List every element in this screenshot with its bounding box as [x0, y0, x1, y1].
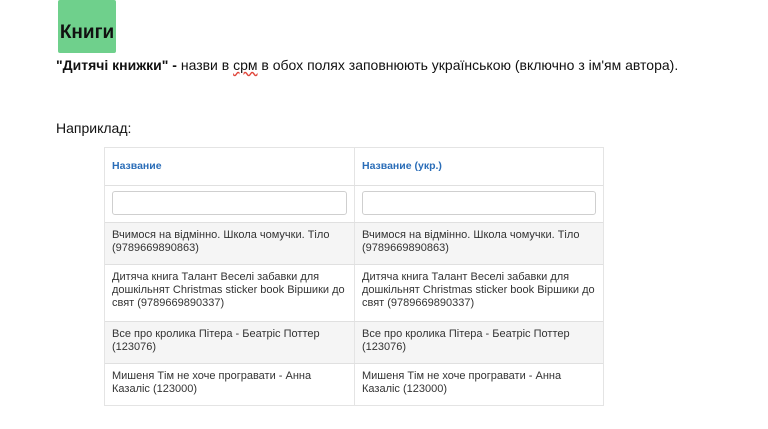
filter-input-name-ukr[interactable]	[362, 191, 596, 215]
instruction-paragraph: "Дитячі книжки" - назви в срм в обох пол…	[56, 56, 696, 74]
table-cell: Мишеня Тім не хоче програвати - Анна Каз…	[354, 364, 603, 405]
table-filter-row	[105, 185, 603, 222]
instruction-underlined-word: срм	[233, 57, 258, 73]
table-row: Вчимося на відмінно. Школа чомучки. Тіло…	[105, 222, 603, 264]
table-cell: Вчимося на відмінно. Школа чомучки. Тіло…	[354, 223, 603, 264]
table-cell: Дитяча книга Талант Веселі забавки для д…	[112, 271, 345, 309]
table-cell: Все про кролика Пітера - Беатріс Поттер …	[354, 322, 603, 363]
example-label: Наприклад:	[56, 120, 132, 136]
filter-cell-name-ukr	[354, 186, 603, 222]
table-row: Все про кролика Пітера - Беатріс Поттер …	[105, 321, 603, 363]
section-badge: Книги	[58, 0, 116, 53]
table-cell: Дитяча книга Талант Веселі забавки для д…	[354, 265, 603, 321]
example-table: Название Название (укр.) Вчимося на відм…	[104, 147, 604, 406]
instruction-text-after: в обох полях заповнюють українською (вкл…	[257, 57, 679, 73]
table-row: Дитяча книга Талант Веселі забавки для д…	[105, 264, 603, 321]
table-cell: Мишеня Тім не хоче програвати - Анна Каз…	[112, 370, 312, 395]
table-row: Мишеня Тім не хоче програвати - Анна Каз…	[105, 363, 603, 405]
column-header-name[interactable]: Название	[105, 148, 354, 185]
instruction-text-before: назви в	[176, 57, 234, 73]
table-cell: Все про кролика Пітера - Беатріс Поттер …	[112, 328, 320, 353]
section-badge-label: Книги	[59, 22, 115, 43]
filter-cell-name	[105, 186, 354, 222]
instruction-bold-title: "Дитячі книжки" -	[56, 57, 177, 73]
table-cell: Вчимося на відмінно. Школа чомучки. Тіло…	[112, 229, 330, 254]
column-header-name-ukr[interactable]: Название (укр.)	[354, 148, 603, 185]
table-header-row: Название Название (укр.)	[105, 148, 603, 185]
filter-input-name[interactable]	[112, 191, 347, 215]
